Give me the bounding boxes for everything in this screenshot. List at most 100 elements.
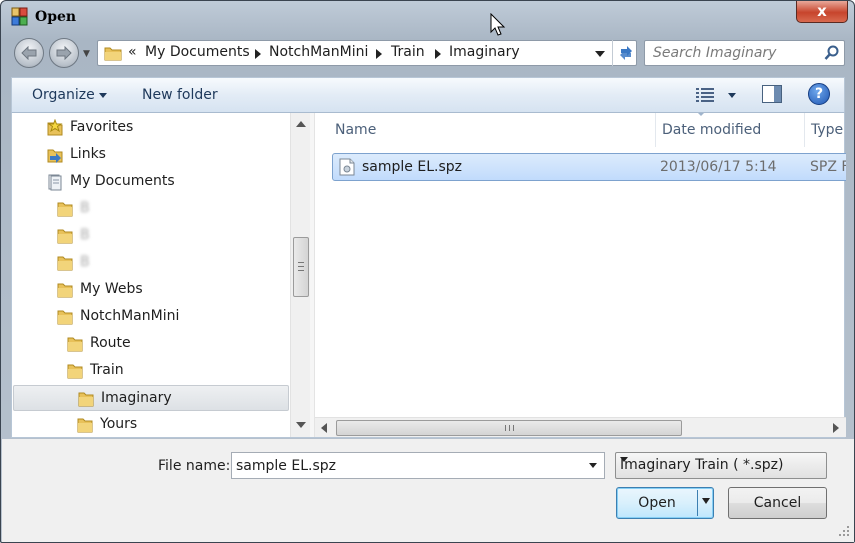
tree-item[interactable]: B [12, 196, 290, 222]
file-list-pane[interactable]: Name Date modified Type sample EL.spz 20… [315, 113, 846, 437]
title-bar[interactable]: Open x [1, 1, 854, 36]
view-options-dropdown-icon[interactable] [728, 93, 736, 98]
folder-icon [56, 308, 74, 330]
forward-button[interactable] [49, 38, 79, 68]
folder-icon [104, 47, 122, 61]
breadcrumb-imaginary[interactable]: Imaginary [449, 44, 520, 60]
tree-item-label: My Webs [80, 281, 143, 297]
column-header-type[interactable]: Type [805, 113, 846, 147]
tree-item-label: Favorites [70, 119, 134, 135]
folder-icon [56, 227, 74, 249]
file-type: SPZ F [810, 159, 846, 175]
tree-item[interactable]: B [12, 223, 290, 249]
navigation-pane[interactable]: Favorites Links My Documents B B B My Webs Notc… [12, 113, 310, 437]
folder-icon [56, 200, 74, 222]
filter-dropdown-icon[interactable] [620, 457, 628, 462]
scroll-left-arrow-icon[interactable] [321, 423, 327, 433]
address-dropdown-icon[interactable] [595, 51, 605, 57]
scroll-thumb[interactable] [336, 420, 682, 436]
mouse-pointer-icon [490, 13, 506, 36]
breadcrumb-chevron-icon[interactable] [255, 49, 261, 59]
open-button-label: Open [638, 495, 676, 511]
recent-locations-dropdown[interactable]: ▼ [83, 49, 90, 59]
tree-item[interactable]: Links [12, 142, 290, 168]
folder-icon [77, 390, 95, 412]
open-dialog-window: Open x ▼ « My Documents NotchManMini Tra… [0, 0, 855, 543]
window-title: Open [35, 9, 77, 25]
refresh-button[interactable] [612, 40, 638, 66]
documents-library-icon [46, 173, 64, 195]
links-folder-icon [46, 146, 64, 168]
tree-item-label: B [80, 254, 90, 270]
file-type-filter-select[interactable]: Imaginary Train ( *.spz) [615, 452, 827, 479]
address-bar[interactable]: « My Documents NotchManMini Train Imagin… [97, 40, 637, 66]
preview-pane-icon[interactable] [762, 85, 782, 103]
organize-button[interactable]: Organize [32, 87, 95, 103]
back-arrow-icon [21, 46, 37, 60]
refresh-icon [620, 46, 632, 60]
scroll-up-arrow-icon[interactable] [296, 121, 306, 127]
search-icon[interactable] [824, 45, 840, 61]
column-header-name[interactable]: Name [315, 113, 655, 147]
back-button[interactable] [14, 38, 44, 68]
tree-item-label: NotchManMini [80, 308, 180, 324]
file-name-label: File name: [158, 458, 231, 474]
organize-dropdown-icon[interactable] [99, 93, 107, 98]
file-name-input[interactable] [236, 456, 576, 475]
navigation-vertical-scrollbar[interactable] [290, 113, 310, 437]
folder-icon [66, 335, 84, 357]
file-list-horizontal-scrollbar[interactable] [315, 417, 846, 437]
tree-item-label: Route [90, 335, 131, 351]
tree-item[interactable]: Train [12, 358, 290, 384]
folder-icon [56, 254, 74, 276]
folder-icon [66, 362, 84, 384]
tree-item[interactable]: Favorites [12, 115, 290, 141]
column-header-date-modified[interactable]: Date modified [656, 113, 804, 147]
open-options-dropdown-icon[interactable] [702, 498, 710, 504]
change-view-icon[interactable] [695, 86, 717, 104]
address-overflow-button[interactable]: « [128, 44, 137, 60]
breadcrumb-train[interactable]: Train [391, 44, 425, 60]
tree-item-label: B [80, 200, 90, 216]
file-type-filter-value: Imaginary Train ( *.spz) [620, 457, 784, 473]
file-date-modified: 2013/06/17 5:14 [660, 159, 777, 175]
tree-item[interactable]: My Documents [12, 169, 290, 195]
tree-item-label: B [80, 227, 90, 243]
tree-item[interactable]: B [12, 250, 290, 276]
breadcrumb-my-documents[interactable]: My Documents [145, 44, 250, 60]
tree-item[interactable]: Imaginary [13, 385, 289, 411]
cancel-button[interactable]: Cancel [728, 487, 827, 519]
scroll-right-arrow-icon[interactable] [833, 423, 839, 433]
file-name: sample EL.spz [362, 159, 462, 175]
file-name-dropdown-icon[interactable] [589, 463, 597, 468]
tree-item[interactable]: Route [12, 331, 290, 357]
favorites-star-icon [46, 118, 64, 141]
scroll-thumb[interactable] [293, 237, 309, 297]
tree-item-label: Imaginary [101, 390, 172, 406]
breadcrumb-notchmanmini[interactable]: NotchManMini [269, 44, 368, 60]
app-icon [11, 7, 28, 26]
tree-item[interactable]: Yours [12, 412, 290, 437]
close-button[interactable]: x [796, 1, 848, 23]
tree-item[interactable]: NotchManMini [12, 304, 290, 330]
forward-arrow-icon [56, 46, 72, 60]
help-icon[interactable]: ? [808, 83, 830, 105]
breadcrumb-chevron-icon[interactable] [435, 49, 441, 59]
tree-item-label: Links [70, 146, 106, 162]
search-input[interactable] [653, 44, 823, 62]
dialog-footer: File name: Imaginary Train ( *.spz) Open… [2, 439, 854, 542]
file-row[interactable]: sample EL.spz 2013/06/17 5:14 SPZ F [332, 153, 846, 181]
search-box[interactable] [644, 40, 845, 66]
scroll-down-arrow-icon[interactable] [296, 422, 306, 428]
cancel-button-label: Cancel [753, 495, 802, 511]
file-name-combobox[interactable] [231, 452, 605, 479]
folder-icon [76, 416, 94, 437]
tree-item[interactable]: My Webs [12, 277, 290, 303]
browser-area: Favorites Links My Documents B B B My Webs Notc… [11, 113, 846, 438]
breadcrumb-chevron-icon[interactable] [376, 49, 382, 59]
resize-grip-icon[interactable] [838, 525, 850, 537]
tree-item-label: Train [90, 362, 124, 378]
folder-icon [56, 281, 74, 303]
open-button[interactable]: Open [616, 487, 714, 519]
new-folder-button[interactable]: New folder [142, 87, 218, 103]
